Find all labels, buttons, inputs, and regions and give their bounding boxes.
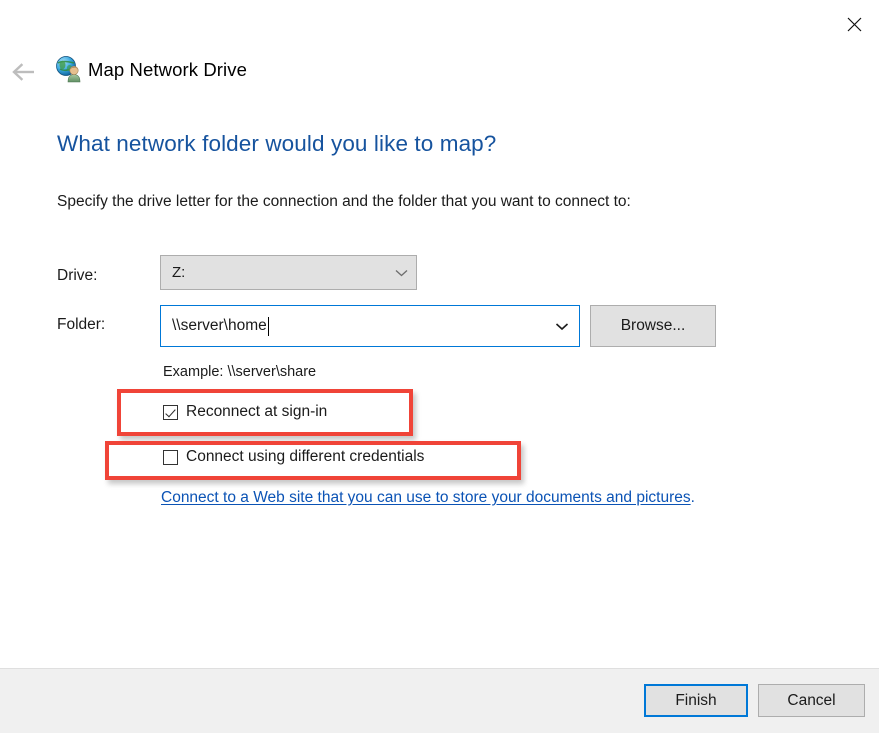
back-button[interactable]	[10, 58, 40, 86]
drive-letter-value: Z:	[172, 264, 186, 281]
finish-button[interactable]: Finish	[644, 684, 748, 717]
connect-web-site-link[interactable]: Connect to a Web site that you can use t…	[161, 489, 695, 507]
connect-different-credentials-checkbox[interactable]	[163, 449, 178, 465]
folder-path-value: \\server\home	[172, 317, 267, 334]
example-path-text: Example: \\server\share	[163, 364, 317, 380]
connect-different-credentials-label: Connect using different credentials	[186, 448, 425, 465]
connect-web-site-link-text: Connect to a Web site that you can use t…	[161, 489, 691, 506]
drive-label: Drive:	[57, 267, 98, 284]
back-arrow-icon	[12, 63, 34, 81]
instruction-text: Specify the drive letter for the connect…	[57, 193, 631, 210]
folder-label: Folder:	[57, 316, 106, 333]
browse-button[interactable]: Browse...	[590, 305, 716, 347]
reconnect-at-sign-in-label: Reconnect at sign-in	[186, 403, 328, 420]
chevron-down-icon[interactable]	[545, 322, 579, 331]
drive-letter-select[interactable]: Z:	[160, 255, 417, 290]
close-button[interactable]	[831, 2, 877, 46]
dialog-footer: Finish Cancel	[0, 668, 879, 733]
reconnect-at-sign-in-checkbox[interactable]	[163, 404, 178, 420]
text-caret	[267, 316, 269, 336]
folder-input-text-wrap: \\server\home	[161, 316, 545, 336]
connect-web-site-link-period: .	[690, 489, 695, 506]
title-bar	[0, 0, 879, 50]
folder-path-input[interactable]: \\server\home	[160, 305, 580, 347]
reconnect-at-sign-in-checkbox-row[interactable]: Reconnect at sign-in	[163, 403, 327, 421]
cancel-button[interactable]: Cancel	[758, 684, 865, 717]
content-heading: What network folder would you like to ma…	[57, 131, 497, 156]
close-icon	[847, 17, 861, 31]
page-title: Map Network Drive	[88, 59, 247, 80]
connect-different-credentials-checkbox-row[interactable]: Connect using different credentials	[163, 448, 424, 466]
map-network-drive-icon	[55, 55, 83, 83]
chevron-down-icon	[386, 269, 416, 277]
